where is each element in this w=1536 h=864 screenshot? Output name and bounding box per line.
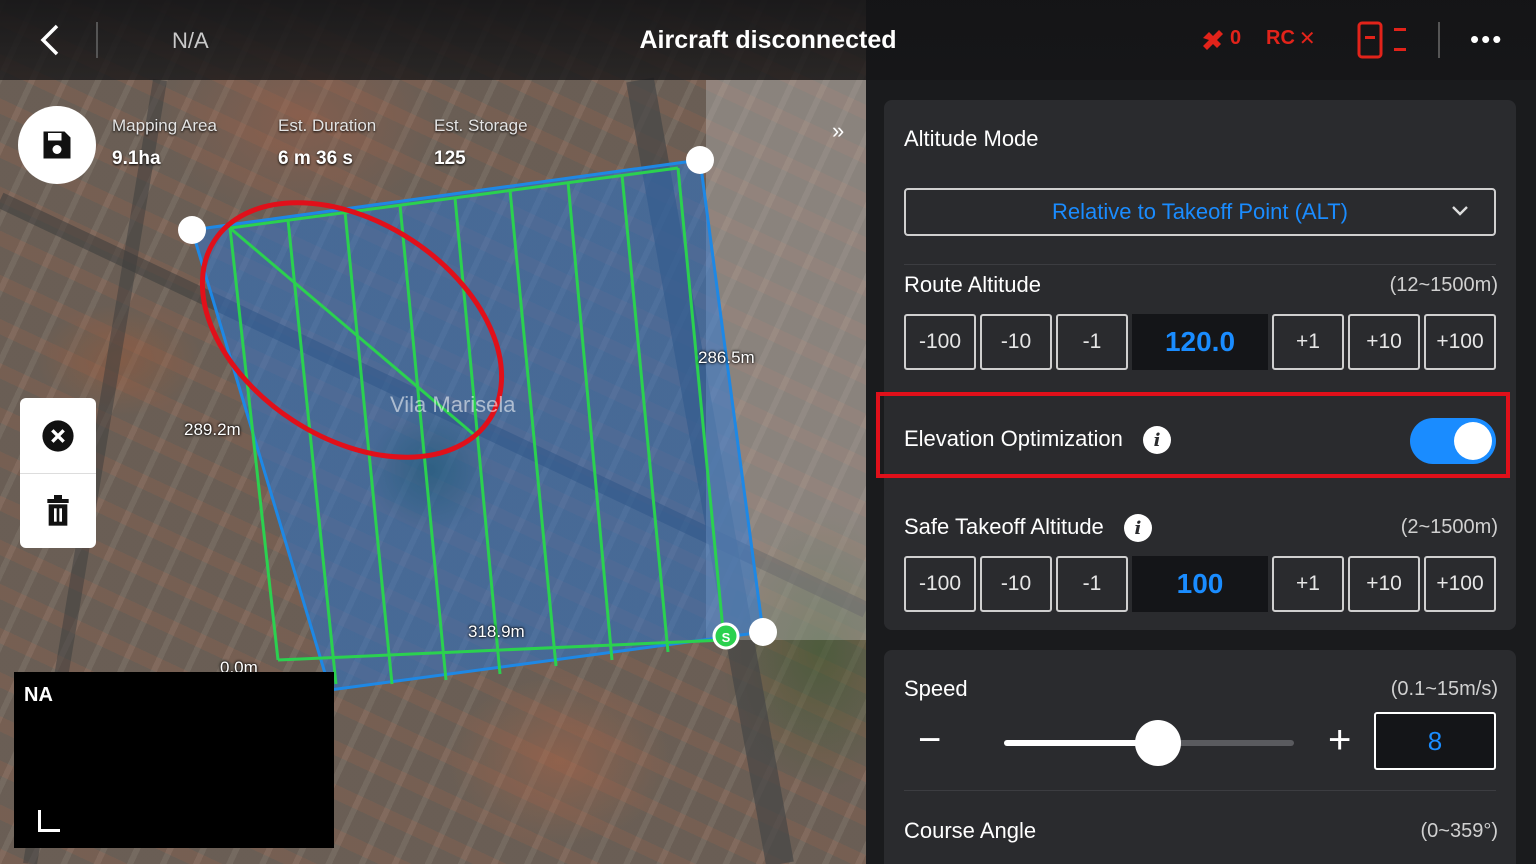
- route-altitude-range: (12~1500m): [1389, 274, 1498, 296]
- drone-icon: [1203, 30, 1223, 50]
- route-altitude-value[interactable]: 120.0: [1132, 314, 1268, 370]
- mapping-area-stat: Mapping Area 9.1ha: [112, 116, 217, 169]
- battery-status[interactable]: [1356, 20, 1410, 60]
- safe-takeoff-plus-1[interactable]: +1: [1272, 556, 1344, 612]
- route-altitude-minus-100[interactable]: -100: [904, 314, 976, 370]
- battery-icon: [1357, 21, 1406, 59]
- more-button[interactable]: •••: [1470, 24, 1503, 55]
- divider: [1438, 22, 1440, 58]
- altitude-mode-label: Altitude Mode: [904, 126, 1039, 151]
- safe-takeoff-altitude-range: (2~1500m): [1400, 516, 1498, 538]
- speed-range: (0.1~15m/s): [1390, 678, 1498, 700]
- safe-takeoff-plus-10[interactable]: +10: [1348, 556, 1420, 612]
- speed-slider[interactable]: [1004, 720, 1294, 766]
- route-altitude-label: Route Altitude: [904, 272, 1041, 297]
- safe-takeoff-altitude-stepper: -100 -10 -1 100 +1 +10 +100: [904, 556, 1496, 612]
- trash-icon: [47, 495, 69, 526]
- polygon-vertex-handle[interactable]: [686, 146, 714, 174]
- altitude-mode-select[interactable]: Relative to Takeoff Point (ALT): [904, 188, 1496, 236]
- course-angle-range: (0~359°): [1420, 820, 1499, 842]
- rc-disconnected-icon: ✕: [1298, 28, 1316, 50]
- save-button[interactable]: [18, 106, 96, 184]
- map-view[interactable]: S Vila Marisela Mapping Area 9.1ha Est. …: [0, 0, 866, 864]
- est-storage-stat: Est. Storage 125: [434, 116, 528, 169]
- camera-preview[interactable]: NA: [14, 672, 334, 848]
- save-icon: [43, 131, 71, 159]
- safe-takeoff-altitude-value[interactable]: 100: [1132, 556, 1268, 612]
- camera-label: NA: [24, 684, 53, 706]
- route-altitude-stepper: -100 -10 -1 120.0 +1 +10 +100: [904, 314, 1496, 370]
- map-place-label: Vila Marisela: [390, 392, 516, 417]
- start-point-label: S: [722, 630, 731, 645]
- route-altitude-plus-100[interactable]: +100: [1424, 314, 1496, 370]
- safe-takeoff-minus-100[interactable]: -100: [904, 556, 976, 612]
- clear-button[interactable]: [20, 398, 96, 473]
- rc-status[interactable]: RC ✕: [1266, 26, 1316, 51]
- course-angle-label: Course Angle: [904, 818, 1037, 843]
- speed-decrease-button[interactable]: −: [918, 718, 941, 763]
- speed-label: Speed: [904, 676, 968, 701]
- expand-corner-icon: [38, 810, 60, 832]
- edge-distance-left: 289.2m: [184, 420, 241, 439]
- edge-distance-bottom: 318.9m: [468, 622, 525, 641]
- delete-button[interactable]: [20, 473, 96, 548]
- speed-settings-card: Speed (0.1~15m/s) − + 8 Course Angle (0~…: [884, 650, 1516, 864]
- close-circle-icon: [42, 419, 74, 452]
- collapse-panel-icon[interactable]: »: [832, 118, 844, 144]
- safe-takeoff-minus-1[interactable]: -1: [1056, 556, 1128, 612]
- divider: [904, 790, 1496, 791]
- chevron-down-icon: [1452, 206, 1468, 216]
- info-icon[interactable]: i: [1123, 514, 1152, 543]
- polygon-vertex-handle[interactable]: [749, 618, 777, 646]
- ellipsis-icon: •••: [1470, 24, 1504, 54]
- highlight-box: [876, 392, 1510, 478]
- edge-distance-right: 286.5m: [698, 348, 755, 367]
- polygon-vertex-handle[interactable]: [178, 216, 206, 244]
- speed-increase-button[interactable]: +: [1328, 718, 1351, 763]
- route-altitude-minus-10[interactable]: -10: [980, 314, 1052, 370]
- altitude-mode-value: Relative to Takeoff Point (ALT): [1052, 199, 1348, 224]
- divider: [904, 264, 1496, 265]
- rc-label: RC: [1266, 27, 1295, 49]
- drone-signal-value: 0: [1230, 26, 1242, 49]
- speed-input[interactable]: 8: [1374, 712, 1496, 770]
- safe-takeoff-altitude-label: Safe Takeoff Altitude i: [904, 514, 1152, 543]
- route-altitude-minus-1[interactable]: -1: [1056, 314, 1128, 370]
- safe-takeoff-card: Safe Takeoff Altitude i (2~1500m) -100 -…: [884, 488, 1516, 630]
- route-altitude-plus-10[interactable]: +10: [1348, 314, 1420, 370]
- map-tools: [20, 398, 96, 548]
- est-duration-stat: Est. Duration 6 m 36 s: [278, 116, 377, 169]
- safe-takeoff-minus-10[interactable]: -10: [980, 556, 1052, 612]
- top-bar: N/A Aircraft disconnected 0 RC ✕ •••: [0, 0, 1536, 80]
- drone-signal-status[interactable]: 0: [1200, 26, 1241, 50]
- speed-slider-handle[interactable]: [1134, 720, 1181, 766]
- safe-takeoff-plus-100[interactable]: +100: [1424, 556, 1496, 612]
- route-altitude-plus-1[interactable]: +1: [1272, 314, 1344, 370]
